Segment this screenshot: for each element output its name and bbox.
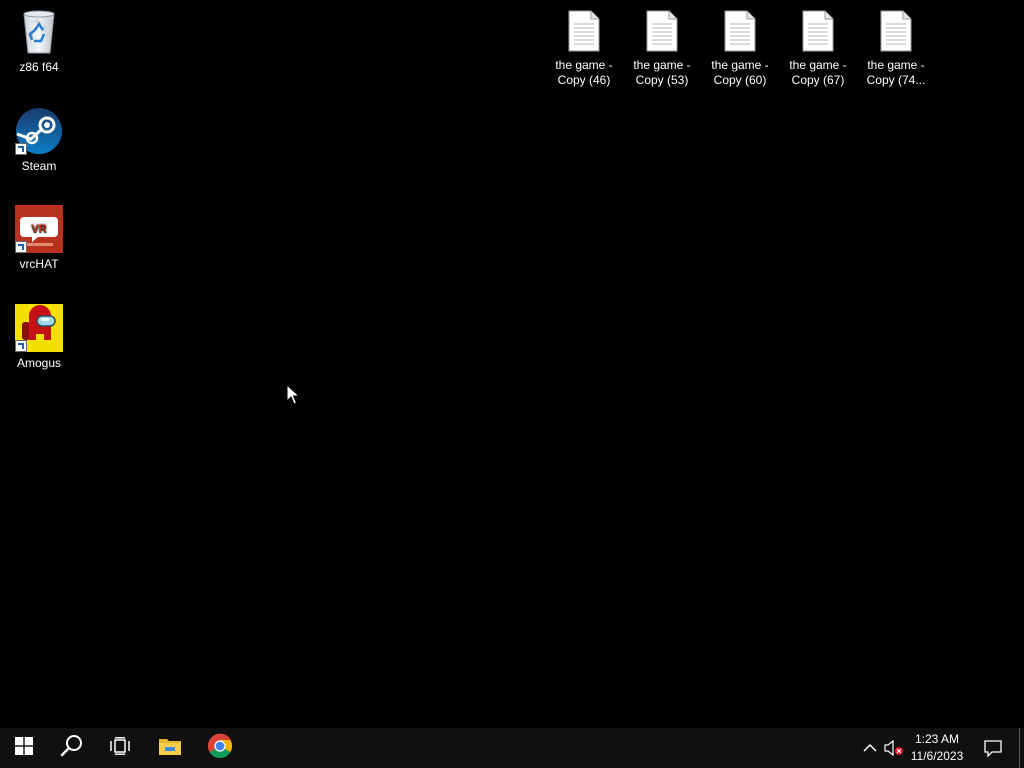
text-file-icon <box>646 10 678 52</box>
file-label-line1: the game - <box>789 58 847 72</box>
clock-time: 1:23 AM <box>914 732 960 746</box>
desktop-icon-among-us[interactable]: Amogus <box>1 304 77 371</box>
desktop-icon-label: z86 f64 <box>19 60 59 74</box>
file-label-line2: Copy (53) <box>635 73 689 87</box>
desktop-file-item[interactable]: the game - Copy (74... <box>858 10 934 88</box>
file-label-line1: the game - <box>633 58 691 72</box>
text-file-icon <box>880 10 912 52</box>
desktop-icon-label: Steam <box>21 159 57 173</box>
clock[interactable]: 1:23 AM 11/6/2023 <box>902 731 972 765</box>
start-button[interactable] <box>0 728 48 768</box>
desktop-icon-vrchat[interactable]: VR vrcHAT <box>1 205 77 272</box>
chrome-icon <box>207 733 233 764</box>
system-tray: 1:23 AM 11/6/2023 <box>844 728 1024 768</box>
text-file-icon <box>802 10 834 52</box>
taskbar: 1:23 AM 11/6/2023 <box>0 728 1024 768</box>
file-label-line2: Copy (46) <box>557 73 611 87</box>
desktop-icon-label: vrcHAT <box>19 257 59 271</box>
file-explorer-icon <box>158 736 182 761</box>
svg-text:VR: VR <box>31 223 46 235</box>
desktop-icon-label: Amogus <box>16 356 62 370</box>
desktop-icon-recycle-bin[interactable]: z86 f64 <box>1 8 77 75</box>
among-us-icon <box>15 304 63 352</box>
show-desktop-button[interactable] <box>1019 728 1020 768</box>
task-view-icon <box>110 736 130 760</box>
mouse-cursor-icon <box>286 383 301 406</box>
desktop-file-item[interactable]: the game - Copy (46) <box>546 10 622 88</box>
file-label-line1: the game - <box>867 58 925 72</box>
chevron-up-icon <box>862 743 878 760</box>
recycle-bin-icon <box>15 8 63 56</box>
desktop-file-item[interactable]: the game - Copy (60) <box>702 10 778 88</box>
shortcut-arrow-icon <box>15 241 27 253</box>
shortcut-arrow-icon <box>15 143 27 155</box>
show-hidden-icons-button[interactable] <box>862 740 878 756</box>
file-label-line1: the game - <box>555 58 613 72</box>
file-label-line2: Copy (67) <box>791 73 845 87</box>
volume-button[interactable] <box>884 739 904 757</box>
desktop[interactable]: z86 f64 Steam VR vrcHAT Amogus the game … <box>0 0 1024 728</box>
file-label-line2: Copy (60) <box>713 73 767 87</box>
file-explorer-button[interactable] <box>146 728 194 768</box>
search-icon <box>60 734 84 763</box>
clock-date: 11/6/2023 <box>910 749 964 763</box>
shortcut-arrow-icon <box>15 340 27 352</box>
notification-icon <box>984 740 1002 761</box>
text-file-icon <box>568 10 600 52</box>
action-center-button[interactable] <box>984 739 1002 758</box>
chrome-button[interactable] <box>196 728 244 768</box>
desktop-file-item[interactable]: the game - Copy (67) <box>780 10 856 88</box>
file-label-line1: the game - <box>711 58 769 72</box>
vrchat-icon: VR <box>15 205 63 253</box>
task-view-button[interactable] <box>96 728 144 768</box>
desktop-icon-steam[interactable]: Steam <box>1 107 77 174</box>
start-icon <box>15 736 33 760</box>
volume-muted-icon <box>884 739 904 760</box>
desktop-file-item[interactable]: the game - Copy (53) <box>624 10 700 88</box>
search-button[interactable] <box>48 728 96 768</box>
steam-icon <box>15 107 63 155</box>
file-label-line2: Copy (74... <box>866 73 926 87</box>
text-file-icon <box>724 10 756 52</box>
